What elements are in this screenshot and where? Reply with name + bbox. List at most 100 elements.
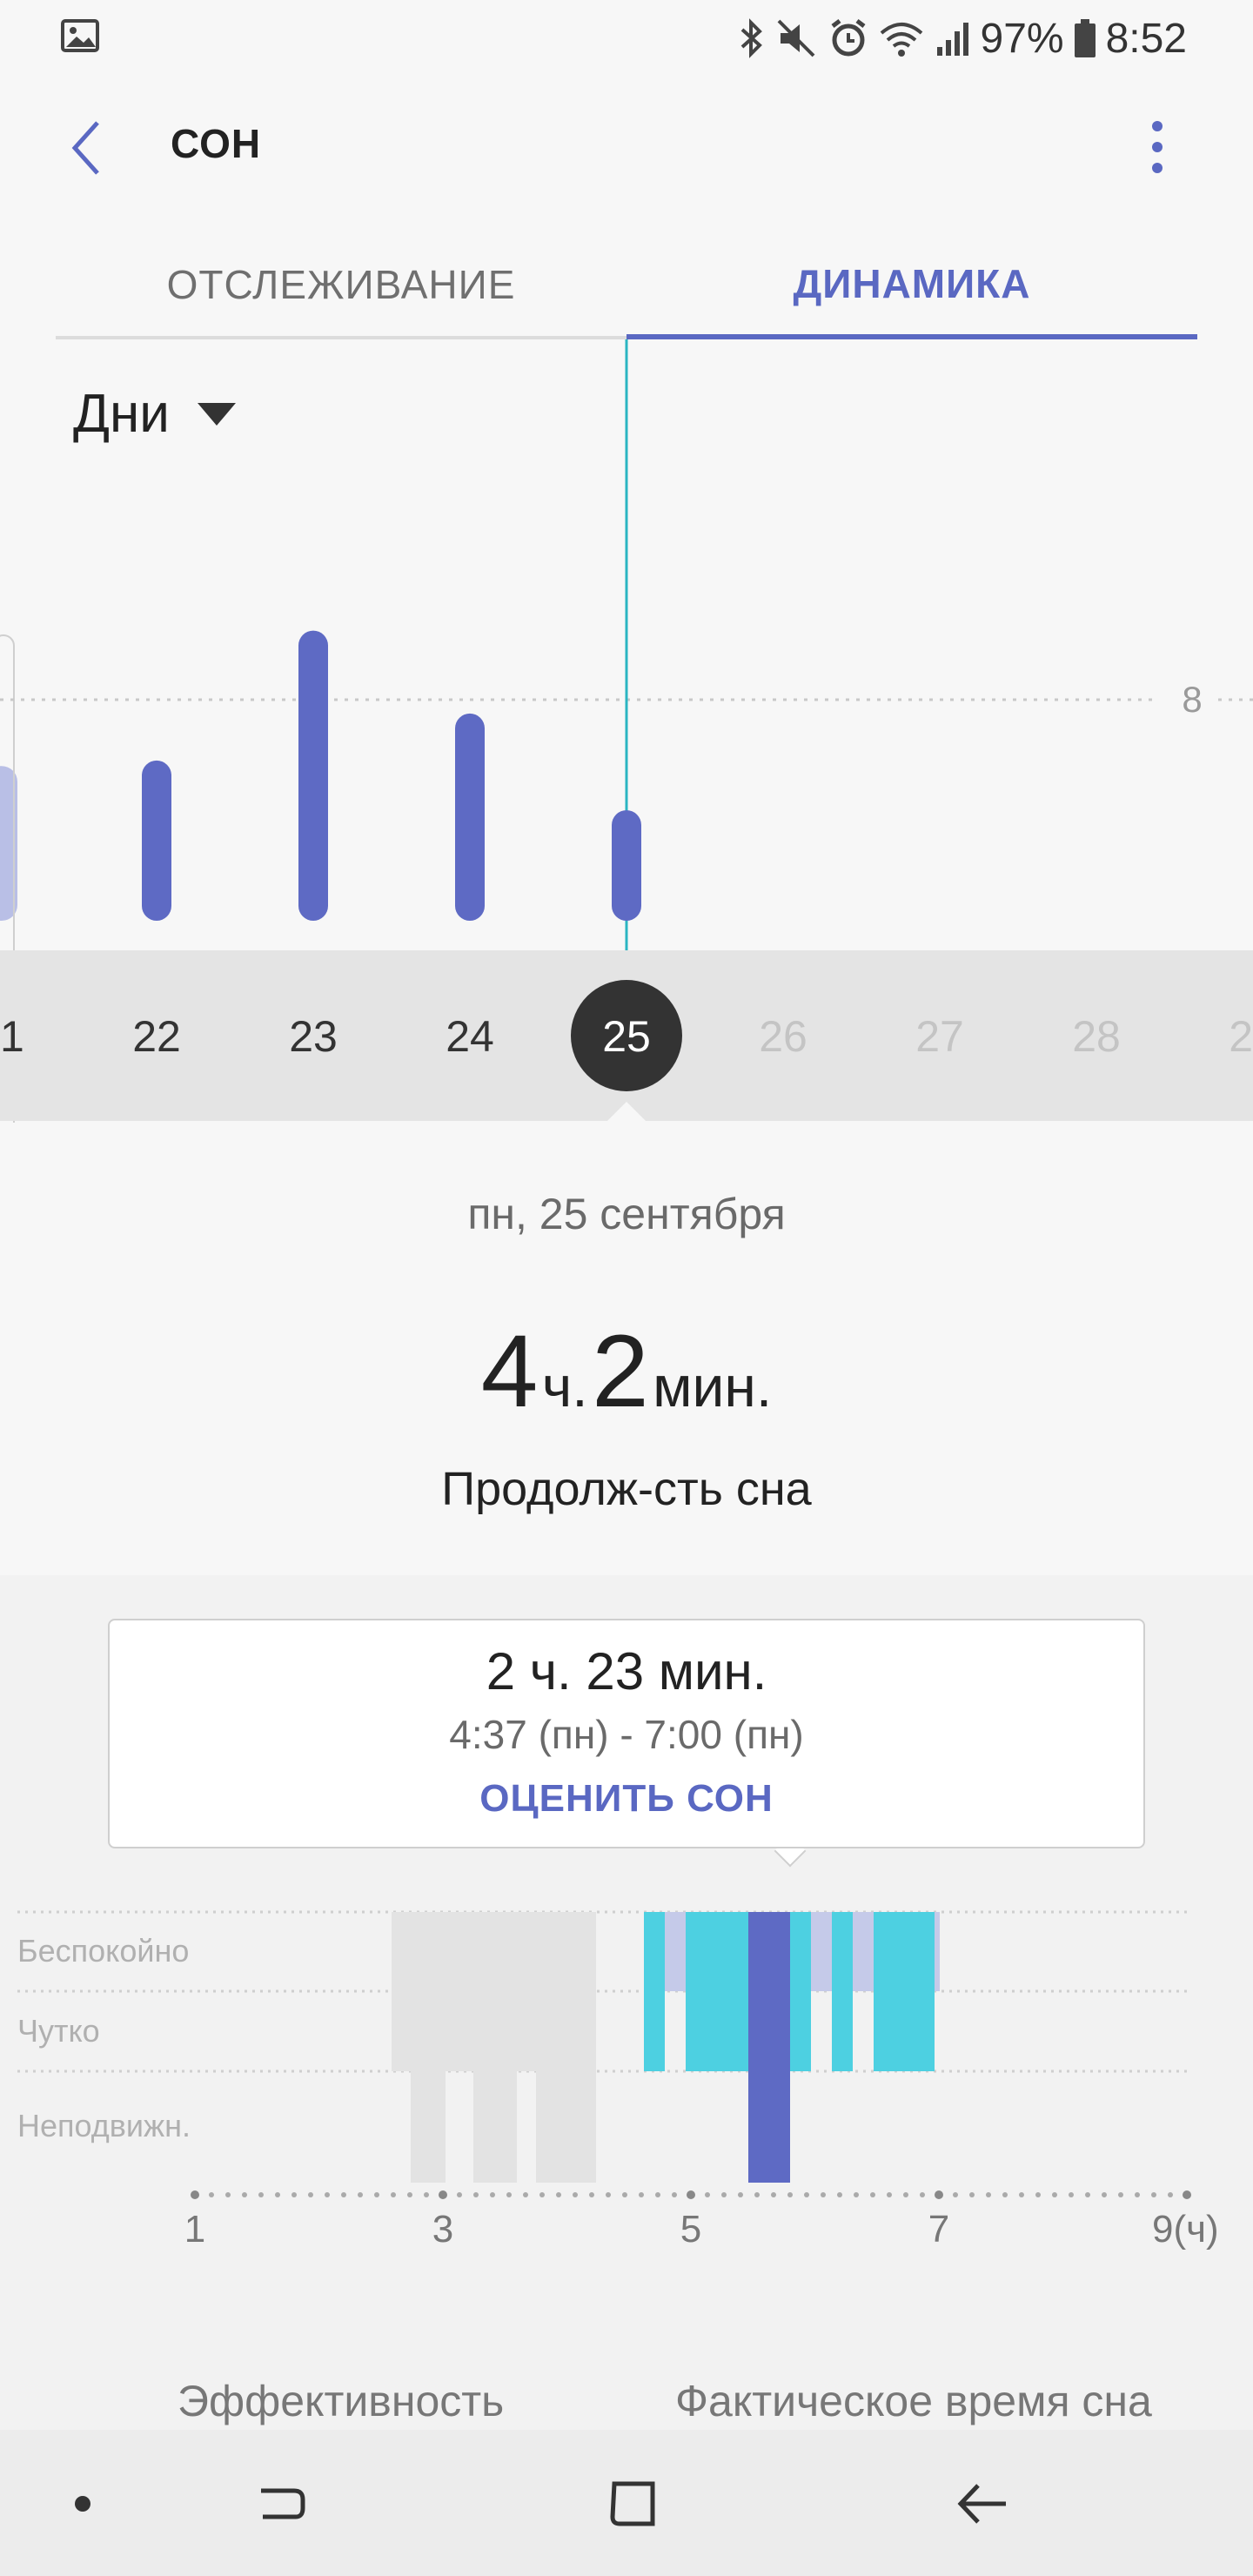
- axis-dot: [209, 2192, 214, 2197]
- home-icon: [610, 2481, 655, 2526]
- duration-minutes: 2: [592, 1314, 649, 1429]
- nav-dot-button[interactable]: [35, 2456, 131, 2552]
- axis-dot: [424, 2192, 429, 2197]
- sleep-segment-motionless-3: [748, 1912, 790, 2183]
- date-label-26: 26: [759, 1012, 807, 1061]
- axis-dot: [986, 2192, 991, 2197]
- back-nav-button[interactable]: [935, 2456, 1030, 2552]
- tab-dynamics[interactable]: ДИНАМИКА: [626, 233, 1197, 339]
- axis-dot: [821, 2192, 826, 2197]
- rate-sleep-button[interactable]: ОЦЕНИТЬ СОН: [110, 1777, 1143, 1821]
- axis-dot: [837, 2192, 842, 2197]
- duration-caption: Продолж-сть сна: [441, 1463, 812, 1515]
- axis-tick-3: [935, 2190, 943, 2199]
- axis-dot: [573, 2192, 578, 2197]
- axis-dot: [655, 2192, 660, 2197]
- dot-icon: [75, 2496, 90, 2512]
- axis-dot: [1118, 2192, 1123, 2197]
- axis-dot: [771, 2192, 776, 2197]
- more-options-button[interactable]: [1122, 113, 1192, 183]
- reference-line-label: 8: [1182, 679, 1202, 720]
- axis-dot: [291, 2192, 297, 2197]
- stage-label-2: Неподвижн.: [17, 2108, 191, 2143]
- sleep-segment-restless-9: [935, 1912, 940, 1991]
- axis-dot: [1019, 2192, 1024, 2197]
- axis-dot: [639, 2192, 644, 2197]
- axis-dot: [589, 2192, 594, 2197]
- axis-dot: [490, 2192, 495, 2197]
- sleep-duration-chart[interactable]: 8 21 22 23 24 25 26 27 28 29: [0, 339, 1253, 1123]
- axis-dot: [1151, 2192, 1156, 2197]
- axis-tick-0: [191, 2190, 199, 2199]
- axis-tick-4: [1183, 2190, 1191, 2199]
- wifi-icon: [878, 17, 925, 59]
- date-label-27: 27: [915, 1012, 964, 1061]
- axis-dot: [804, 2192, 809, 2197]
- other-session-still-2: [536, 2071, 596, 2183]
- axis-dot: [705, 2192, 710, 2197]
- duration-hours: 4: [480, 1314, 539, 1429]
- axis-dot: [325, 2192, 330, 2197]
- axis-dot: [1035, 2192, 1041, 2197]
- efficiency-label: Эффективность: [178, 2377, 505, 2425]
- sleep-stages-graph[interactable]: Беспокойно Чутко Неподвижн. 1 3 5 7 9(ч): [0, 1897, 1253, 2263]
- axis-dot: [672, 2192, 677, 2197]
- selected-date: пн, 25 сентября: [467, 1190, 786, 1238]
- axis-dot: [556, 2192, 561, 2197]
- date-label-21: 21: [0, 1012, 24, 1061]
- session-time-range: 4:37 (пн) - 7:00 (пн): [449, 1712, 804, 1757]
- axis-dot: [622, 2192, 627, 2197]
- bar-23: [298, 630, 328, 921]
- sleep-segment-light-0: [644, 1912, 665, 2071]
- axis-tick-label-3: 7: [928, 2208, 949, 2251]
- date-label-28: 28: [1072, 1012, 1121, 1061]
- bottom-stats: Эффективность Фактическое время сна: [0, 2376, 1253, 2428]
- axis-dot: [1135, 2192, 1140, 2197]
- axis-dot: [1168, 2192, 1173, 2197]
- date-label-22: 22: [132, 1012, 181, 1061]
- axis-dot: [787, 2192, 793, 2197]
- axis-tick-label-1: 3: [432, 2208, 453, 2251]
- recent-apps-button[interactable]: [235, 2456, 331, 2552]
- axis-dot: [457, 2192, 462, 2197]
- axis-dot: [539, 2192, 545, 2197]
- battery-icon: [1073, 17, 1097, 59]
- axis-dot: [854, 2192, 859, 2197]
- clock: 8:52: [1105, 15, 1187, 62]
- axis-dot: [374, 2192, 379, 2197]
- mute-icon: [775, 17, 819, 59]
- axis-dot: [754, 2192, 760, 2197]
- axis-dot: [225, 2192, 231, 2197]
- sleep-segment-restless-7: [853, 1912, 874, 1991]
- sleep-segment-restless-1: [665, 1912, 686, 1991]
- axis-dot: [523, 2192, 528, 2197]
- axis-dot: [953, 2192, 958, 2197]
- recent-apps-icon: [261, 2488, 305, 2519]
- bar-24: [455, 713, 485, 921]
- signal-icon: [934, 17, 972, 59]
- axis-dot: [258, 2192, 264, 2197]
- axis-dot: [308, 2192, 313, 2197]
- axis-dot: [391, 2192, 396, 2197]
- tab-tracking[interactable]: ОТСЛЕЖИВАНИЕ: [56, 233, 626, 339]
- page-title: СОН: [171, 121, 262, 166]
- axis-dot: [721, 2192, 727, 2197]
- axis-dot: [1002, 2192, 1008, 2197]
- sleep-segment-light-6: [832, 1912, 853, 2071]
- axis-dot: [738, 2192, 743, 2197]
- axis-dot: [1052, 2192, 1057, 2197]
- tab-bar: ОТСЛЕЖИВАНИЕ ДИНАМИКА: [56, 233, 1197, 339]
- period-dropdown[interactable]: Дни: [73, 383, 238, 445]
- stage-label-0: Беспокойно: [17, 1933, 189, 1969]
- sleep-segment-light-4: [790, 1912, 811, 2071]
- axis-dot: [606, 2192, 611, 2197]
- back-button[interactable]: [52, 113, 122, 183]
- dropdown-arrow-icon: [197, 402, 236, 426]
- battery-percentage: 97%: [980, 15, 1064, 62]
- app-bar: СОН: [0, 87, 1253, 209]
- axis-tick-label-4: 9(ч): [1152, 2208, 1219, 2251]
- other-session-block: [392, 1912, 596, 2071]
- home-button[interactable]: [585, 2456, 680, 2552]
- axis-dot: [473, 2192, 479, 2197]
- sleep-segment-light-8: [874, 1912, 935, 2071]
